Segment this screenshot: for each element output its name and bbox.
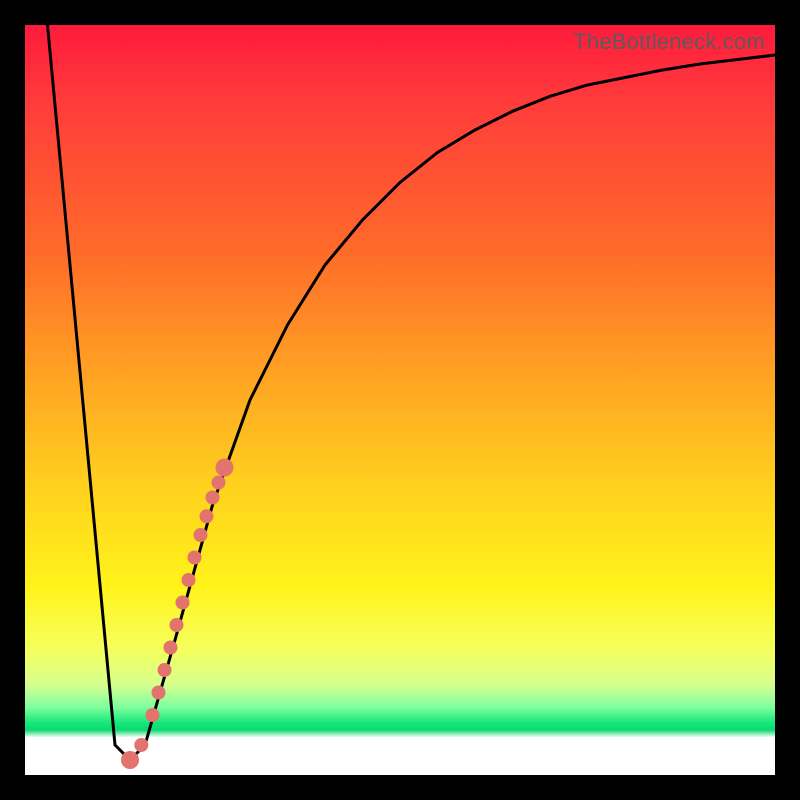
cluster-dot (146, 708, 160, 722)
chart-svg (25, 25, 775, 775)
cluster-dot (158, 663, 172, 677)
cluster-dot (121, 751, 139, 769)
cluster-dot (164, 641, 178, 655)
cluster-dot (194, 528, 208, 542)
cluster-dot (176, 596, 190, 610)
cluster-dot (212, 476, 226, 490)
cluster-dot (152, 686, 166, 700)
cluster-dot (206, 491, 220, 505)
cluster-dot (188, 551, 202, 565)
bottleneck-curve-path (48, 25, 776, 760)
plot-area: TheBottleneck.com (25, 25, 775, 775)
cluster-dot (216, 459, 234, 477)
cluster-dot (200, 509, 214, 523)
cluster-dot (170, 618, 184, 632)
chart-frame: TheBottleneck.com (0, 0, 800, 800)
cluster-dot (134, 738, 148, 752)
cluster-dot (182, 573, 196, 587)
cluster-dots (121, 459, 234, 770)
